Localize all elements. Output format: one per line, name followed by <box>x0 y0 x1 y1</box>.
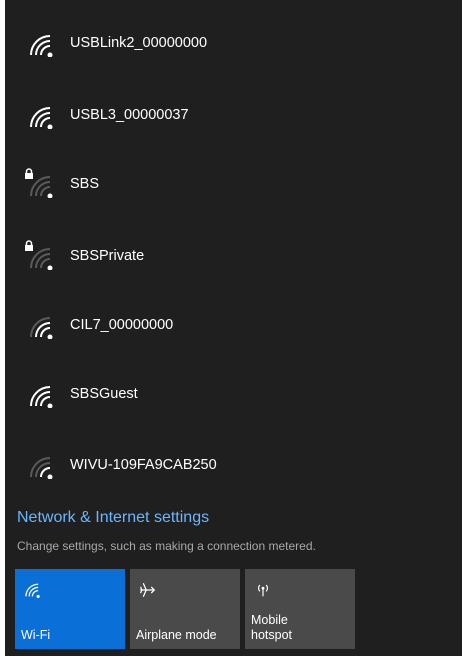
network-settings-link[interactable]: Network & Internet settings <box>17 509 209 527</box>
wifi-signal-medium-icon <box>30 317 53 339</box>
network-settings-description: Change settings, such as making a connec… <box>17 539 316 553</box>
network-item[interactable]: SBSPrivate <box>5 228 462 288</box>
hotspot-icon <box>257 584 269 597</box>
airplane-mode-label: Airplane mode <box>136 628 217 642</box>
network-ssid: USBL3_00000037 <box>70 107 189 123</box>
network-ssid: SBSPrivate <box>70 248 145 264</box>
mobile-hotspot-label-line2: hotspot <box>251 628 293 642</box>
network-item[interactable]: WIVU-109FA9CAB250 <box>5 437 462 497</box>
wifi-signal-weak-icon <box>30 176 53 198</box>
wifi-icon <box>25 583 40 599</box>
mobile-hotspot-label-line1: Mobile <box>251 613 288 627</box>
network-ssid: SBSGuest <box>70 386 138 402</box>
network-ssid: USBLink2_00000000 <box>70 35 208 51</box>
wifi-signal-full-icon <box>30 107 53 129</box>
wifi-signal-full-icon <box>30 386 53 408</box>
mobile-hotspot-button[interactable]: Mobile hotspot <box>245 569 355 649</box>
network-flyout: USBLink2_00000000 USBL3_00000037 SBS SBS… <box>5 0 462 656</box>
airplane-mode-button[interactable]: Airplane mode <box>130 569 240 649</box>
network-item[interactable]: CIL7_00000000 <box>5 297 462 357</box>
network-item[interactable]: USBL3_00000037 <box>5 87 462 147</box>
quick-actions: Wi-Fi Airplane mode Mobile hotspot <box>15 569 360 649</box>
airplane-icon <box>140 583 155 597</box>
mobile-hotspot-label: Mobile hotspot <box>251 613 292 643</box>
network-item[interactable]: SBSGuest <box>5 366 462 426</box>
network-item[interactable]: SBS <box>5 156 462 216</box>
wifi-toggle-label: Wi-Fi <box>21 628 51 642</box>
wifi-signal-full-icon <box>30 35 53 57</box>
network-ssid: WIVU-109FA9CAB250 <box>70 457 217 473</box>
wifi-toggle-button[interactable]: Wi-Fi <box>15 569 125 649</box>
wifi-signal-weak-icon <box>30 457 53 479</box>
network-item[interactable]: USBLink2_00000000 <box>5 15 462 75</box>
network-ssid: CIL7_00000000 <box>70 317 174 333</box>
wifi-signal-weak-icon <box>30 248 53 270</box>
network-ssid: SBS <box>70 176 100 192</box>
